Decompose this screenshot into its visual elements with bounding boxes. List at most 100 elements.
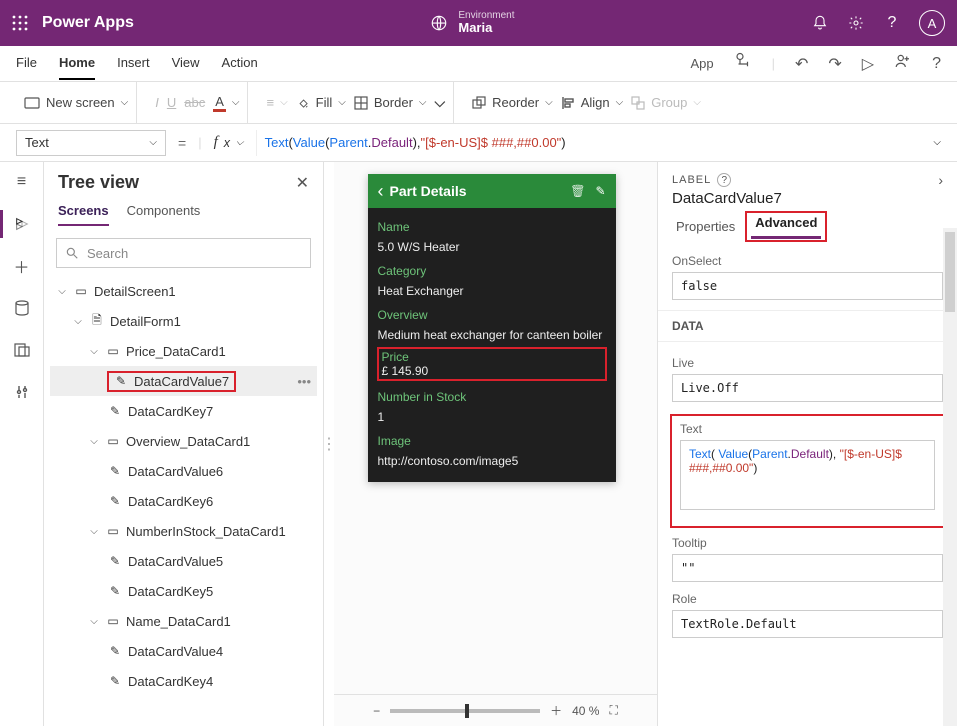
tree-node-datacardkey7[interactable]: ✎DataCardKey7 [50, 396, 317, 426]
font-color-button[interactable]: A⌵ [213, 94, 239, 112]
rail-media-icon[interactable] [12, 340, 32, 360]
redo-icon[interactable]: ↷ [828, 54, 841, 74]
italic-button[interactable]: I [155, 95, 159, 110]
card-icon: ▭ [106, 434, 120, 448]
rail-tools-icon[interactable] [12, 382, 32, 402]
role-input[interactable]: TextRole.Default [672, 610, 943, 638]
tab-properties[interactable]: Properties [672, 213, 739, 240]
tree-node-name-card[interactable]: ⌵▭Name_DataCard1 [50, 606, 317, 636]
rail-tree-icon[interactable] [12, 214, 32, 234]
field-category-label: Category [378, 264, 606, 278]
tree-node-datacardvalue7[interactable]: ✎DataCardValue7••• [50, 366, 317, 396]
tree-node-datacardkey5[interactable]: ✎DataCardKey5 [50, 576, 317, 606]
gear-icon[interactable] [847, 14, 865, 32]
close-icon[interactable]: ✕ [296, 173, 309, 193]
menu-file[interactable]: File [16, 47, 37, 80]
app-settings-button[interactable]: App [690, 48, 713, 79]
props-scrollbar[interactable] [943, 228, 957, 726]
delete-icon[interactable]: 🗑 [570, 184, 585, 198]
tree-node-datacardvalue5[interactable]: ✎DataCardValue5 [50, 546, 317, 576]
play-icon[interactable]: ▷ [862, 54, 874, 74]
rail-data-icon[interactable] [12, 298, 32, 318]
formula-input[interactable]: Text( Value(Parent.Default), "[$-en-US]$… [256, 130, 926, 156]
menu-bar: File Home Insert View Action App | ↶ ↷ ▷… [0, 46, 957, 82]
tree-title: Tree view [58, 172, 139, 193]
tooltip-input[interactable]: "" [672, 554, 943, 582]
label-icon: ✎ [108, 674, 122, 688]
tree-node-price-card[interactable]: ⌵▭Price_DataCard1 [50, 336, 317, 366]
checker-icon[interactable] [734, 52, 752, 75]
property-selector-value: Text [25, 135, 49, 150]
strike-button[interactable]: abc [184, 95, 205, 110]
title-bar: Power Apps Environment Maria ? A [0, 0, 957, 46]
tab-advanced[interactable]: Advanced [751, 209, 821, 239]
tree-node-datacardkey6[interactable]: ✎DataCardKey6 [50, 486, 317, 516]
tree-node-stock-card[interactable]: ⌵▭NumberInStock_DataCard1 [50, 516, 317, 546]
label-icon: ✎ [108, 464, 122, 478]
fx-button[interactable]: fx ⌵ [210, 134, 248, 151]
help-icon[interactable]: ? [883, 14, 901, 32]
help2-icon[interactable]: ? [932, 55, 941, 73]
field-price-label: Price [382, 350, 602, 364]
fill-button[interactable]: Fill ⌵ [296, 95, 346, 110]
border-button[interactable]: Border ⌵ [354, 95, 427, 110]
waffle-icon[interactable] [12, 15, 28, 31]
equals-sign: = [174, 135, 190, 151]
group-button[interactable]: Group ⌵ [631, 95, 701, 110]
fit-icon[interactable]: ⛶ [609, 703, 617, 718]
role-label: Role [672, 592, 943, 606]
align-text-button[interactable]: ≡ ⌵ [266, 95, 287, 110]
tree-node-datacardvalue6[interactable]: ✎DataCardValue6 [50, 456, 317, 486]
zoom-value: 40 % [572, 704, 599, 718]
share-icon[interactable] [894, 52, 912, 75]
field-overview-label: Overview [378, 308, 606, 322]
left-rail: ≡ ＋ [0, 162, 44, 726]
phone-preview[interactable]: ‹ Part Details 🗑 ✎ Name 5.0 W/S Heater C… [368, 174, 616, 482]
selected-price-block[interactable]: Price £ 145.90 [378, 348, 606, 380]
zoom-in-button[interactable]: ＋ [550, 702, 562, 719]
tree-node-form[interactable]: ⌵🗎DetailForm1 [50, 306, 317, 336]
preview-title: Part Details [384, 183, 571, 199]
field-stock-value: 1 [378, 410, 606, 424]
rail-insert-icon[interactable]: ＋ [12, 256, 32, 276]
new-screen-button[interactable]: New screen ⌵ [24, 95, 128, 110]
zoom-out-button[interactable]: − [373, 704, 380, 718]
text-input[interactable]: Text( Value(Parent.Default), "[$-en-US]$… [680, 440, 935, 510]
zoom-slider[interactable] [390, 709, 540, 713]
panel-resize-handle[interactable]: ⋮ [324, 162, 334, 726]
tree-node-screen[interactable]: ⌵▭DetailScreen1 [50, 276, 317, 306]
onselect-input[interactable]: false [672, 272, 943, 300]
tree-node-datacardkey4[interactable]: ✎DataCardKey4 [50, 666, 317, 696]
new-screen-label: New screen [46, 95, 115, 110]
tab-components[interactable]: Components [127, 197, 201, 226]
info-icon[interactable]: ? [717, 173, 731, 187]
undo-icon[interactable]: ↶ [795, 54, 808, 74]
tree-search-input[interactable]: Search [56, 238, 311, 268]
field-name-label: Name [378, 220, 606, 234]
formula-expand-icon[interactable]: ⌵ [933, 137, 941, 148]
rail-hamburger-icon[interactable]: ≡ [12, 172, 32, 192]
environment-picker[interactable]: Environment Maria [458, 10, 514, 35]
chevron-right-icon[interactable]: › [938, 172, 943, 188]
bell-icon[interactable] [811, 14, 829, 32]
more-icon[interactable]: ••• [297, 374, 311, 389]
card-icon: ▭ [106, 524, 120, 538]
menu-home[interactable]: Home [59, 47, 95, 80]
chevron-down-icon: ⌵ [149, 137, 157, 148]
reorder-button[interactable]: Reorder ⌵ [472, 95, 553, 110]
align-button[interactable]: Align ⌵ [561, 95, 624, 110]
tree-node-overview-card[interactable]: ⌵▭Overview_DataCard1 [50, 426, 317, 456]
menu-action[interactable]: Action [222, 47, 258, 80]
edit-icon[interactable]: ✎ [595, 184, 605, 198]
tree-node-datacardvalue4[interactable]: ✎DataCardValue4 [50, 636, 317, 666]
menu-insert[interactable]: Insert [117, 47, 150, 80]
menu-view[interactable]: View [172, 47, 200, 80]
more-format-button[interactable]: ⌵ [435, 94, 446, 111]
live-input[interactable]: Live.Off [672, 374, 943, 402]
live-label: Live [672, 356, 943, 370]
field-stock-label: Number in Stock [378, 390, 606, 404]
underline-button[interactable]: U [167, 95, 176, 110]
property-selector[interactable]: Text ⌵ [16, 130, 166, 156]
user-avatar[interactable]: A [919, 10, 945, 36]
tab-screens[interactable]: Screens [58, 197, 109, 226]
